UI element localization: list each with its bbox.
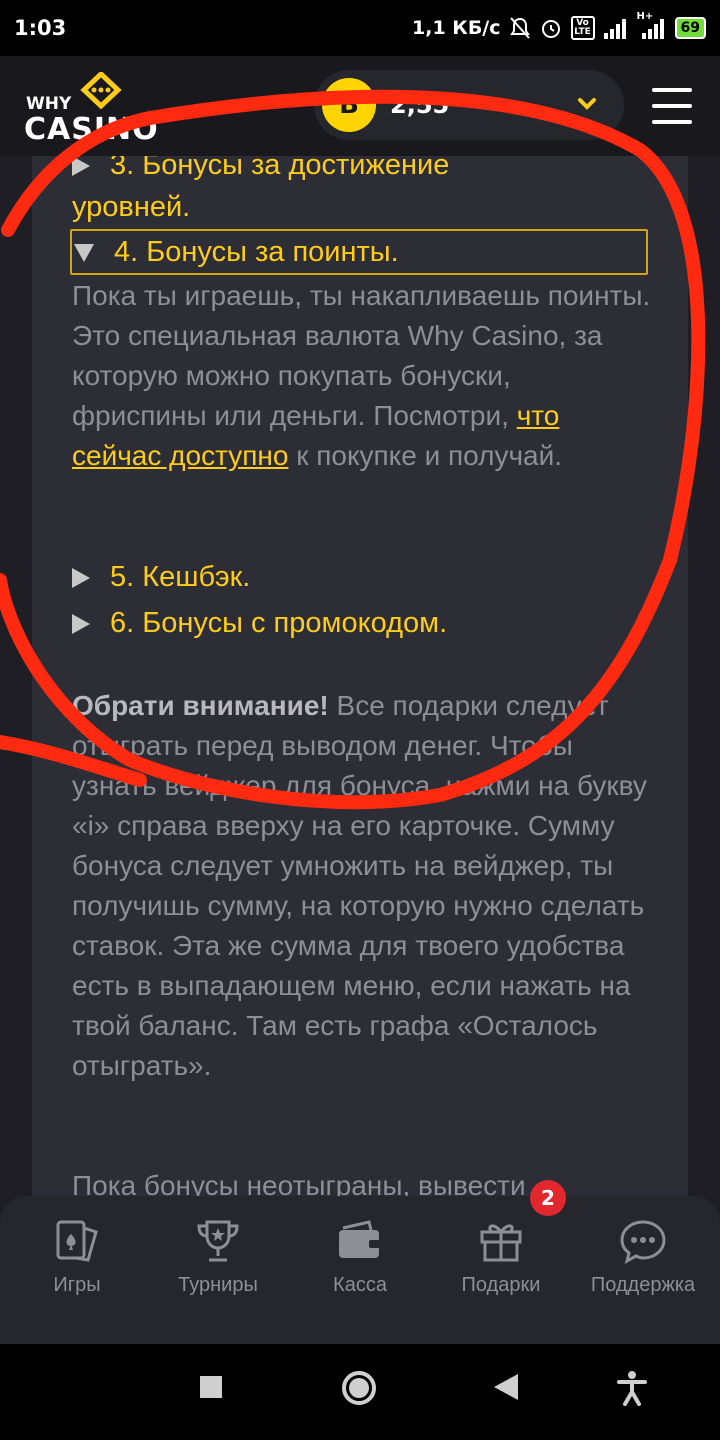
balance-amount: 2,55 (390, 91, 450, 119)
wallet-icon (339, 1220, 381, 1258)
balance-dropdown[interactable]: B 2,55 (314, 70, 624, 140)
notice-text: Все подарки следует отыграть перед вывод… (72, 690, 647, 1081)
gifts-badge-count: 2 (541, 1186, 555, 1210)
logo-casino-text: CASINO (24, 112, 159, 147)
nav-tournaments-label: Турниры (178, 1274, 258, 1296)
bell-off-icon (509, 16, 531, 40)
item4-title: 4. Бонусы за поинты. (114, 236, 399, 268)
battery-level: 69 (680, 20, 700, 36)
network-type: H+ (636, 11, 654, 22)
volte-icon: Vo LTE (570, 16, 595, 40)
nav-support[interactable]: Поддержка (578, 1218, 708, 1297)
accordion-item-3[interactable]: 3. Бонусы за достижение уровней. (72, 156, 652, 228)
network-speed: 1,1 КБ/с (412, 17, 501, 39)
trophy-icon (197, 1220, 239, 1262)
nav-games-label: Игры (53, 1274, 101, 1296)
home-circle-icon[interactable] (341, 1370, 377, 1406)
signal-icon-1 (603, 17, 629, 39)
gifts-badge: 2 (530, 1180, 566, 1216)
cards-icon (56, 1220, 98, 1262)
app-header: WHY CASINO B 2,55 (0, 56, 720, 156)
nav-games[interactable]: Игры (12, 1218, 142, 1297)
nav-cashier-label: Касса (333, 1274, 387, 1296)
bonus-info-card: 3. Бонусы за достижение уровней. 4. Бону… (32, 156, 688, 1196)
item4-body-text1: Пока ты играешь, ты накапливаешь поинты.… (72, 280, 651, 431)
nav-gifts-label: Подарки (461, 1274, 541, 1296)
notice-bold: Обрати внимание! (72, 690, 329, 721)
accordion-item-6[interactable]: 6. Бонусы с промокодом. (72, 602, 652, 644)
status-time: 1:03 (14, 16, 67, 40)
accordion-item-5[interactable]: 5. Кешбэк. (72, 556, 652, 598)
item4-body: Пока ты играешь, ты накапливаешь поинты.… (72, 276, 652, 476)
item6-title: 6. Бонусы с промокодом. (110, 607, 448, 639)
nav-cashier[interactable]: Касса (295, 1218, 425, 1297)
logo-diamond-icon (80, 72, 122, 110)
gift-icon (480, 1224, 522, 1262)
signal-icon-2: H+ (637, 11, 667, 39)
hamburger-menu-button[interactable] (652, 88, 692, 124)
menu-line (652, 104, 692, 108)
notice-paragraph: Обрати внимание! Все подарки следует оты… (72, 686, 652, 1086)
triangle-down-icon (74, 244, 94, 263)
accordion-item-4[interactable]: 4. Бонусы за поинты. (70, 229, 648, 275)
coin-letter: B (339, 90, 359, 120)
nav-tournaments[interactable]: Турниры (153, 1218, 283, 1297)
item5-title: 5. Кешбэк. (110, 561, 251, 593)
why-casino-logo[interactable]: WHY CASINO (24, 72, 158, 147)
logo-why-text: WHY (26, 94, 72, 114)
chat-icon (620, 1220, 666, 1264)
accessibility-icon[interactable] (617, 1370, 647, 1406)
triangle-right-icon (72, 568, 90, 589)
square-recent-apps-icon[interactable] (198, 1374, 224, 1400)
menu-line (652, 88, 692, 92)
battery-icon: 69 (674, 17, 706, 39)
last-line: Пока бонусы неотыграны, вывести (72, 1170, 526, 1196)
nav-support-label: Поддержка (590, 1274, 696, 1296)
item3-title-line2: уровней. (72, 191, 191, 223)
triangle-right-icon (72, 614, 90, 635)
volte-text: Vo LTE (574, 18, 591, 37)
chevron-down-icon (578, 98, 596, 110)
status-bar: 1:03 1,1 КБ/с Vo LTE H+ 69 (0, 0, 720, 56)
bottom-navigation: Игры Турниры Касса Подарки Поддержка (0, 1196, 720, 1344)
item4-body-text2: к покупке и получай. (296, 440, 563, 471)
back-triangle-icon[interactable] (492, 1372, 520, 1402)
menu-line (652, 120, 692, 124)
system-navigation-bar (0, 1344, 720, 1440)
triangle-right-icon (72, 156, 90, 177)
status-icons: 1,1 КБ/с Vo LTE H+ 69 (412, 11, 706, 40)
alarm-icon (539, 16, 563, 40)
nav-gifts[interactable]: Подарки (436, 1218, 566, 1297)
coin-icon: B (322, 78, 376, 132)
item3-title-line1: 3. Бонусы за достижение (110, 156, 450, 181)
